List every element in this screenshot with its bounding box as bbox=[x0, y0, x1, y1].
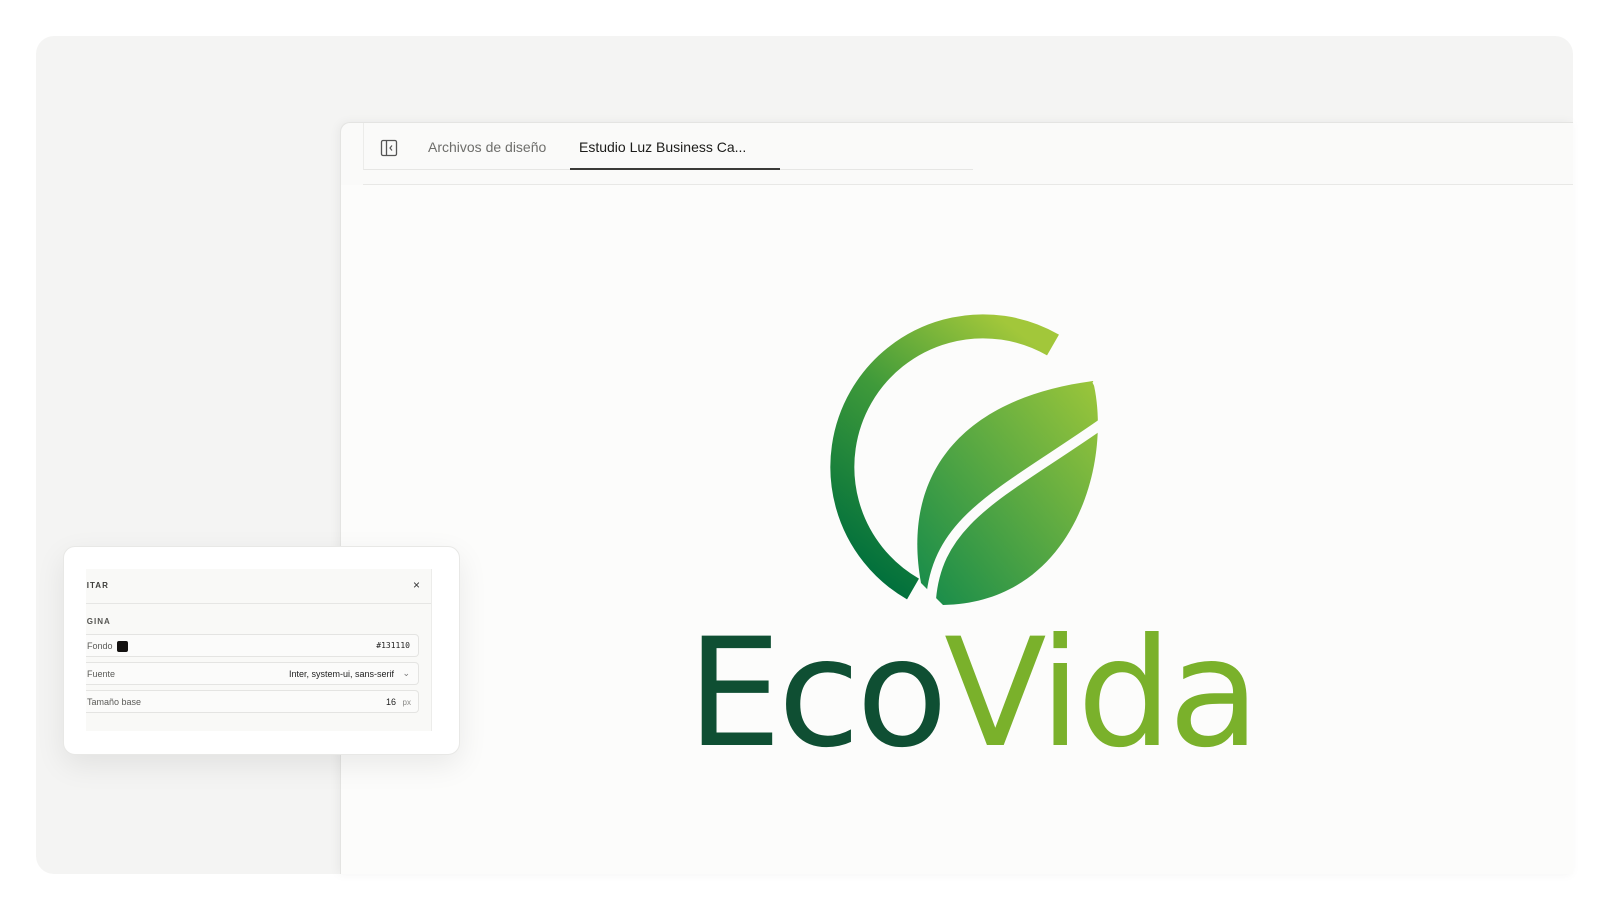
section-label-page: ÁGINA bbox=[86, 617, 111, 626]
base-size-unit: px bbox=[402, 698, 411, 707]
base-size-field[interactable]: Tamaño base 16 px bbox=[86, 690, 419, 713]
leaf-logo-icon bbox=[830, 314, 1113, 605]
font-select[interactable]: Fuente Inter, system-ui, sans-serif ⌄ bbox=[86, 662, 419, 685]
edit-panel-content: DITAR × ÁGINA Fondo #131110 Fuente Inter… bbox=[86, 569, 432, 731]
tab-business-card[interactable]: Estudio Luz Business Ca... bbox=[579, 137, 746, 157]
color-swatch[interactable] bbox=[117, 641, 128, 652]
wordmark-vida: Vida bbox=[944, 607, 1260, 781]
tab-design-files[interactable]: Archivos de diseño bbox=[428, 137, 546, 157]
panel-title: DITAR bbox=[86, 581, 109, 590]
panel-header: DITAR × bbox=[86, 569, 431, 604]
chevron-down-icon[interactable]: ⌄ bbox=[402, 668, 410, 679]
font-label: Fuente bbox=[87, 669, 116, 679]
base-size-value[interactable]: 16 bbox=[386, 697, 396, 707]
active-tab-indicator bbox=[570, 168, 780, 170]
design-canvas[interactable]: EcoVida bbox=[341, 185, 1573, 874]
tab-bar: Archivos de diseño Estudio Luz Business … bbox=[363, 123, 973, 170]
base-size-label: Tamaño base bbox=[87, 697, 142, 707]
wordmark-eco: Eco bbox=[687, 607, 948, 781]
sidebar-panel-icon[interactable] bbox=[380, 139, 398, 157]
background-color-field[interactable]: Fondo #131110 bbox=[86, 634, 419, 657]
edit-panel: DITAR × ÁGINA Fondo #131110 Fuente Inter… bbox=[63, 546, 460, 755]
background-label: Fondo bbox=[87, 641, 113, 651]
close-icon[interactable]: × bbox=[413, 578, 420, 592]
logo-wordmark: EcoVida bbox=[687, 619, 1260, 769]
font-value: Inter, system-ui, sans-serif bbox=[288, 669, 394, 679]
background-hex-value[interactable]: #131110 bbox=[376, 641, 410, 650]
app-window: Archivos de diseño Estudio Luz Business … bbox=[340, 122, 1573, 874]
